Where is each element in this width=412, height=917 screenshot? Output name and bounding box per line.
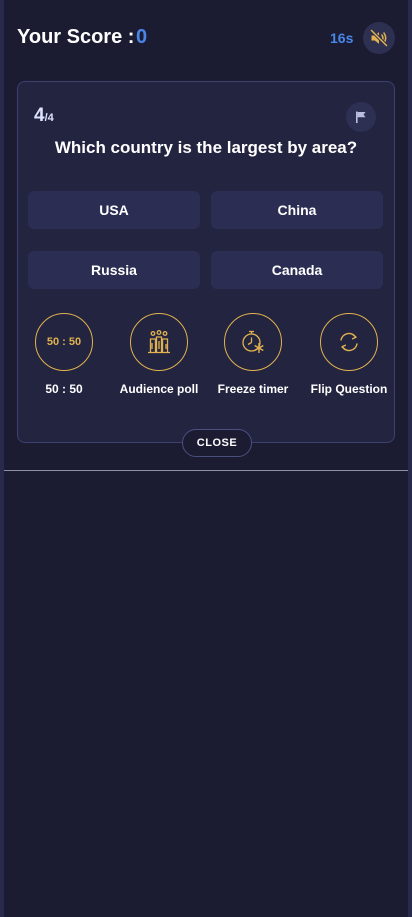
flip-question-icon: [340, 332, 358, 352]
audience-poll-ring: [130, 313, 188, 371]
lifeline-label: Audience poll: [119, 382, 199, 396]
lifeline-audience-poll[interactable]: Audience poll: [119, 313, 199, 397]
question-text: Which country is the largest by area?: [54, 138, 358, 157]
question-current: 4: [34, 105, 45, 126]
freeze-timer-icon: [242, 330, 264, 353]
option-usa[interactable]: USA: [28, 191, 200, 229]
divider: [4, 470, 408, 471]
lifeline-label: Freeze timer: [217, 382, 289, 396]
fifty-fifty-ring-text: 50 : 50: [46, 336, 82, 348]
flag-icon: [356, 111, 366, 123]
audience-poll-icon: [148, 330, 170, 354]
speaker-muted-icon: [370, 29, 388, 47]
header: Your Score : 0 16s: [4, 0, 408, 76]
report-flag-button[interactable]: [346, 102, 376, 132]
score-label: Your Score :: [17, 26, 135, 48]
timer: 16s: [330, 30, 354, 46]
question-card: 4/4 Which country is the largest by area…: [17, 81, 395, 443]
option-russia[interactable]: Russia: [28, 251, 200, 289]
lifeline-label: Flip Question: [310, 382, 388, 396]
option-china[interactable]: China: [211, 191, 383, 229]
fifty-fifty-icon: 50 : 50: [35, 313, 93, 371]
app-frame: Your Score : 0 16s 4/4 Which country is …: [4, 0, 408, 917]
mute-button[interactable]: [363, 22, 395, 54]
flip-question-ring: [320, 313, 378, 371]
lifeline-flip-question[interactable]: Flip Question: [309, 313, 389, 397]
close-button[interactable]: CLOSE: [182, 429, 252, 457]
lifeline-fifty-fifty[interactable]: 50 : 50 50 : 50: [24, 313, 104, 397]
question-total: /4: [44, 112, 54, 124]
freeze-timer-ring: [224, 313, 282, 371]
lifeline-freeze-timer[interactable]: Freeze timer: [213, 313, 293, 397]
option-canada[interactable]: Canada: [211, 251, 383, 289]
lifeline-label: 50 : 50: [45, 382, 83, 396]
score-value: 0: [136, 26, 148, 48]
question-counter: 4/4: [34, 105, 54, 127]
